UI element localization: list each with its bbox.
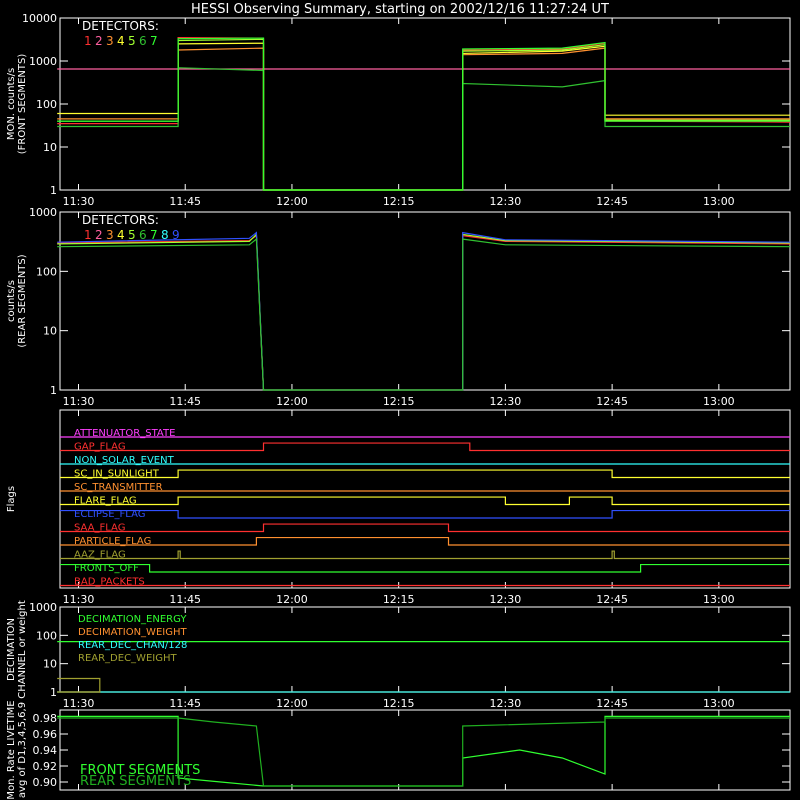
x-tick-label-3-6: 13:00 (703, 697, 735, 710)
x-tick-label-2-0: 11:30 (63, 593, 95, 606)
y-axis-label-1-1: (REAR SEGMENTS) (17, 254, 28, 347)
x-tick-label-1-2: 12:00 (276, 395, 308, 408)
legend-item-0-6: 6 (139, 34, 147, 48)
y-tick-label-4-2: 0.94 (33, 744, 58, 757)
x-tick-label-1-3: 12:15 (383, 395, 415, 408)
x-tick-label-0-5: 12:45 (596, 195, 628, 208)
y-axis-label-1-0: counts/s (6, 280, 17, 322)
chart-layer: 11:30 11:45 12:00 12:15 12:30 12:45 13:00 MON. … (6, 12, 791, 800)
legend-item-0-2: 2 (95, 34, 103, 48)
legend-item-1-8: 8 (161, 228, 169, 242)
y-tick-label-3-2: 100 (36, 629, 57, 642)
y-tick-label-3-3: 1000 (29, 601, 57, 614)
x-tick-label-3-4: 12:30 (490, 697, 522, 710)
y-tick-label-1-2: 100 (36, 265, 57, 278)
x-tick-label-0-4: 12:30 (490, 195, 522, 208)
y-axis-label-0-1: (FRONT SEGMENTS) (17, 54, 28, 155)
series-1-1 (57, 234, 791, 391)
decimation-legend-1: DECIMATION_WEIGHT (78, 627, 187, 638)
decimation-legend-0: DECIMATION_ENERGY (78, 614, 187, 625)
series-0-4 (57, 42, 790, 191)
x-tick-label-3-2: 12:00 (276, 697, 308, 710)
y-tick-label-3-1: 10 (43, 658, 57, 671)
flag-line-gap-flag (60, 442, 790, 452)
legend-item-1-7: 7 (150, 228, 158, 242)
flag-line-fronts-off (60, 563, 790, 573)
flag-line-aaz-flag (60, 550, 790, 560)
y-axis-label-3-0: DECIMATION (6, 618, 17, 681)
legend-item-0-7: 7 (150, 34, 158, 48)
series-0-6 (57, 67, 790, 191)
x-tick-label-3-3: 12:15 (383, 697, 415, 710)
y-axis-label-2-0: Flags (6, 486, 17, 512)
y-tick-label-0-1: 10 (43, 141, 57, 154)
x-tick-label-3-0: 11:30 (63, 697, 95, 710)
legend-item-1-2: 2 (95, 228, 103, 242)
y-tick-label-4-0: 0.90 (33, 776, 58, 789)
legend-item-0-1: 1 (84, 34, 92, 48)
x-tick-label-2-6: 13:00 (703, 593, 735, 606)
flag-line-eclipse-flag (60, 509, 790, 519)
y-tick-label-0-4: 10000 (22, 12, 57, 25)
x-tick-label-2-5: 12:45 (596, 593, 628, 606)
y-tick-label-3-0: 1 (50, 686, 57, 699)
x-tick-label-2-1: 11:45 (169, 593, 201, 606)
x-tick-label-3-5: 12:45 (596, 697, 628, 710)
x-tick-label-0-1: 11:45 (169, 195, 201, 208)
legend-item-1-3: 3 (106, 228, 114, 242)
x-tick-label-0-6: 13:00 (703, 195, 735, 208)
y-axis-label-0-0: MON. counts/s (6, 68, 17, 140)
legend-item-0-5: 5 (128, 34, 136, 48)
legend-item-1-9: 9 (172, 228, 180, 242)
x-tick-label-0-3: 12:15 (383, 195, 415, 208)
chart-title: HESSI Observing Summary, starting on 200… (191, 2, 609, 17)
flag-line-saa-flag (60, 523, 790, 533)
legend-item-0-4: 4 (117, 34, 125, 48)
x-tick-label-0-0: 11:30 (63, 195, 95, 208)
x-tick-label-0-2: 12:00 (276, 195, 308, 208)
x-tick-label-3-1: 11:45 (169, 697, 201, 710)
y-axis-label-3-1: CHANNEL or weight (17, 600, 28, 699)
panel-frame-0 (59, 17, 791, 191)
y-tick-label-0-2: 100 (36, 98, 57, 111)
x-tick-label-2-4: 12:30 (490, 593, 522, 606)
legend-item-1-4: 4 (117, 228, 125, 242)
y-tick-label-4-1: 0.92 (33, 760, 58, 773)
flag-line-sc-in-sunlight (60, 469, 790, 479)
x-tick-label-2-3: 12:15 (383, 593, 415, 606)
decimation-legend-3: REAR_DEC_WEIGHT (78, 653, 177, 664)
x-tick-label-1-4: 12:30 (490, 395, 522, 408)
series-1-5 (57, 233, 791, 391)
y-axis-label-4-0: Mon. Rate LIVETIME (6, 700, 17, 799)
y-tick-label-0-0: 1 (50, 184, 57, 197)
hessi-summary-chart: HESSI Observing Summary, starting on 200… (6, 2, 791, 800)
legend-title-0: DETECTORS: (82, 19, 159, 33)
decimation-legend-2: REAR_DEC_CHAN/128 (78, 640, 187, 651)
x-tick-label-1-5: 12:45 (596, 395, 628, 408)
y-tick-label-1-3: 1000 (29, 206, 57, 219)
legend-item-0-3: 3 (106, 34, 114, 48)
legend-item-1-5: 5 (128, 228, 136, 242)
legend-item-1-6: 6 (139, 228, 147, 242)
series-1-9 (57, 231, 791, 391)
x-tick-label-1-6: 13:00 (703, 395, 735, 408)
panel-frame-1 (59, 211, 791, 391)
y-tick-label-1-1: 10 (43, 325, 57, 338)
y-tick-label-1-0: 1 (50, 384, 57, 397)
flag-line-particle-flag (60, 536, 790, 546)
series-1-6 (57, 237, 791, 391)
y-tick-label-4-3: 0.96 (33, 728, 58, 741)
livetime-legend-1: REAR SEGMENTS (80, 774, 191, 789)
x-tick-label-1-1: 11:45 (169, 395, 201, 408)
legend-item-1-1: 1 (84, 228, 92, 242)
x-tick-label-2-2: 12:00 (276, 593, 308, 606)
y-tick-label-4-4: 0.98 (33, 712, 58, 725)
x-tick-label-1-0: 11:30 (63, 395, 95, 408)
flag-line-flare-flag (60, 496, 790, 506)
y-tick-label-0-3: 1000 (29, 55, 57, 68)
y-axis-label-4-1: avg of D1,3,4,5,6,9 (17, 702, 28, 798)
legend-title-1: DETECTORS: (82, 213, 159, 227)
